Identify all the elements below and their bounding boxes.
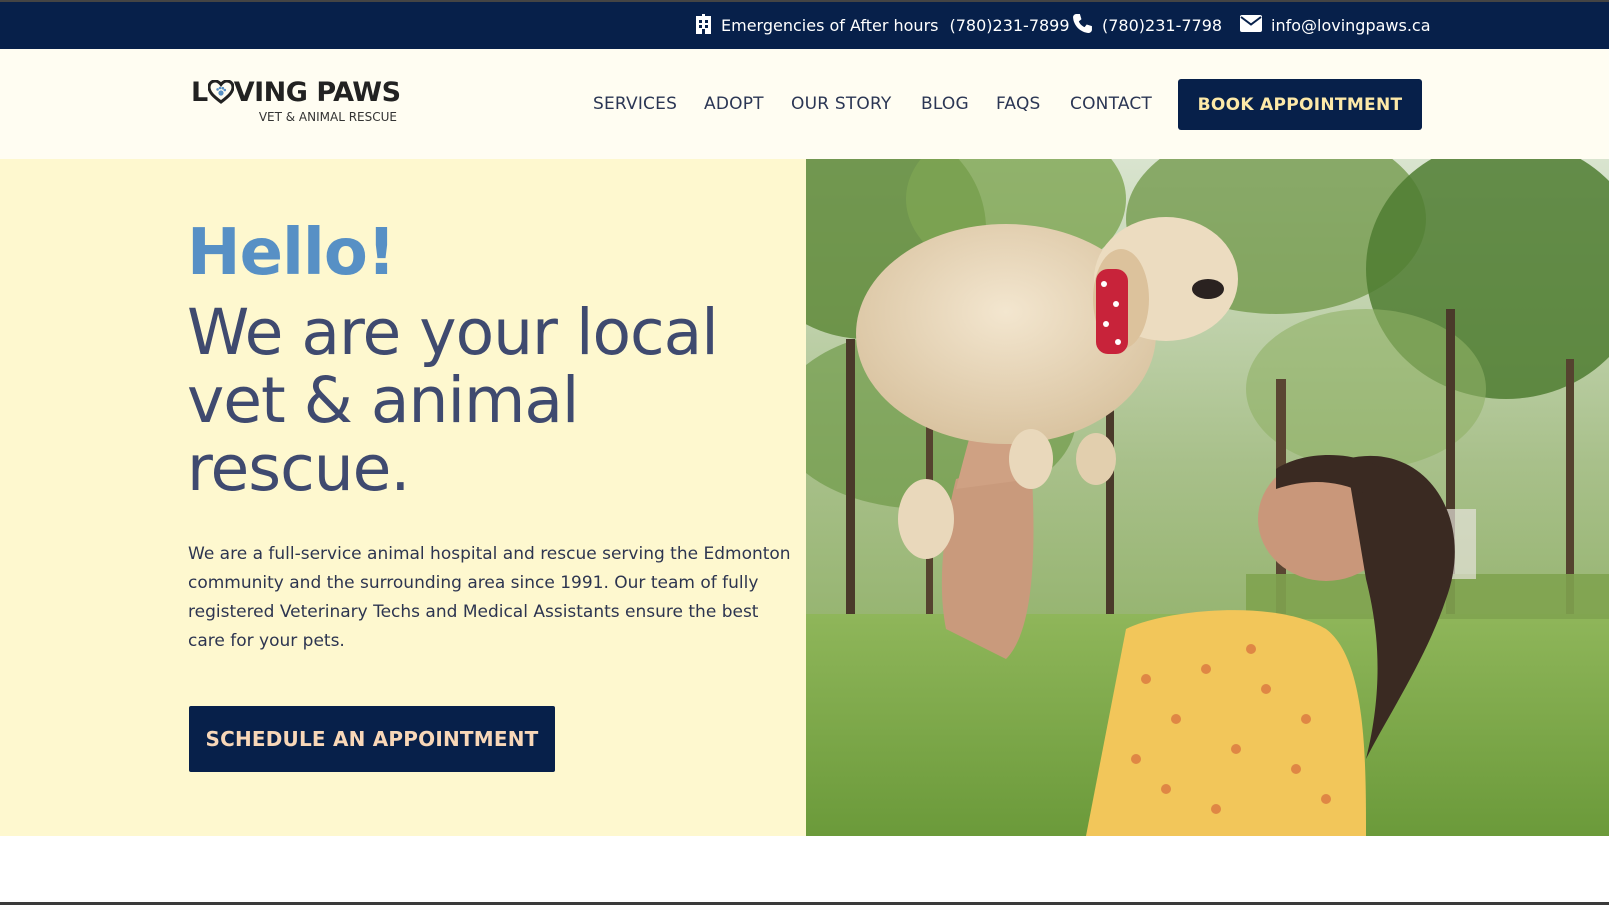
email-link[interactable]: info@lovingpaws.ca xyxy=(1271,16,1431,35)
site-header: L VING PAWS VET & ANIMAL RESCUE SERVICES… xyxy=(0,49,1609,159)
nav-item-contact[interactable]: CONTACT xyxy=(1070,94,1152,114)
page-continuation xyxy=(0,836,1609,905)
logo-subtitle: VET & ANIMAL RESCUE xyxy=(258,110,397,124)
nav-item-blog[interactable]: BLOG xyxy=(921,94,969,114)
phone-icon xyxy=(1072,13,1102,38)
nav-item-services[interactable]: SERVICES xyxy=(593,94,677,114)
email-contact[interactable]: info@lovingpaws.ca xyxy=(1240,2,1431,49)
nav-item-our-story[interactable]: OUR STORY xyxy=(791,94,892,114)
hero-intro-text: We are a full-service animal hospital an… xyxy=(188,544,791,651)
emergency-contact[interactable]: Emergencies of After hours (780)231-7899 xyxy=(695,2,1070,49)
heart-paw-icon xyxy=(207,79,235,104)
logo-title: L VING PAWS xyxy=(191,77,401,108)
logo-title-left: L xyxy=(191,77,208,108)
hospital-icon xyxy=(695,13,721,38)
hero-greeting: Hello! xyxy=(187,216,396,290)
emergency-phone-link[interactable]: (780)231-7899 xyxy=(949,16,1069,35)
hero-text-panel: Hello! We are your local vet & animal re… xyxy=(0,159,806,836)
hero-photo-woman-lifting-puppy xyxy=(806,159,1609,836)
top-contact-bar: Emergencies of After hours (780)231-7899… xyxy=(0,0,1609,49)
nav-item-adopt[interactable]: ADOPT xyxy=(704,94,764,114)
hero-section: Hello! We are your local vet & animal re… xyxy=(0,159,1609,836)
nav-item-faqs[interactable]: FAQS xyxy=(996,94,1041,114)
logo-title-right: VING PAWS xyxy=(233,77,401,108)
hero-headline: We are your local vet & animal rescue. xyxy=(187,296,719,505)
book-appointment-button[interactable]: BOOK APPOINTMENT xyxy=(1178,79,1422,130)
envelope-icon xyxy=(1240,15,1271,36)
phone-link[interactable]: (780)231-7798 xyxy=(1102,16,1222,35)
phone-contact[interactable]: (780)231-7798 xyxy=(1072,2,1222,49)
schedule-appointment-button[interactable]: SCHEDULE AN APPOINTMENT xyxy=(189,706,555,772)
logo[interactable]: L VING PAWS VET & ANIMAL RESCUE xyxy=(191,77,401,127)
emergency-label: Emergencies of After hours xyxy=(721,16,939,35)
